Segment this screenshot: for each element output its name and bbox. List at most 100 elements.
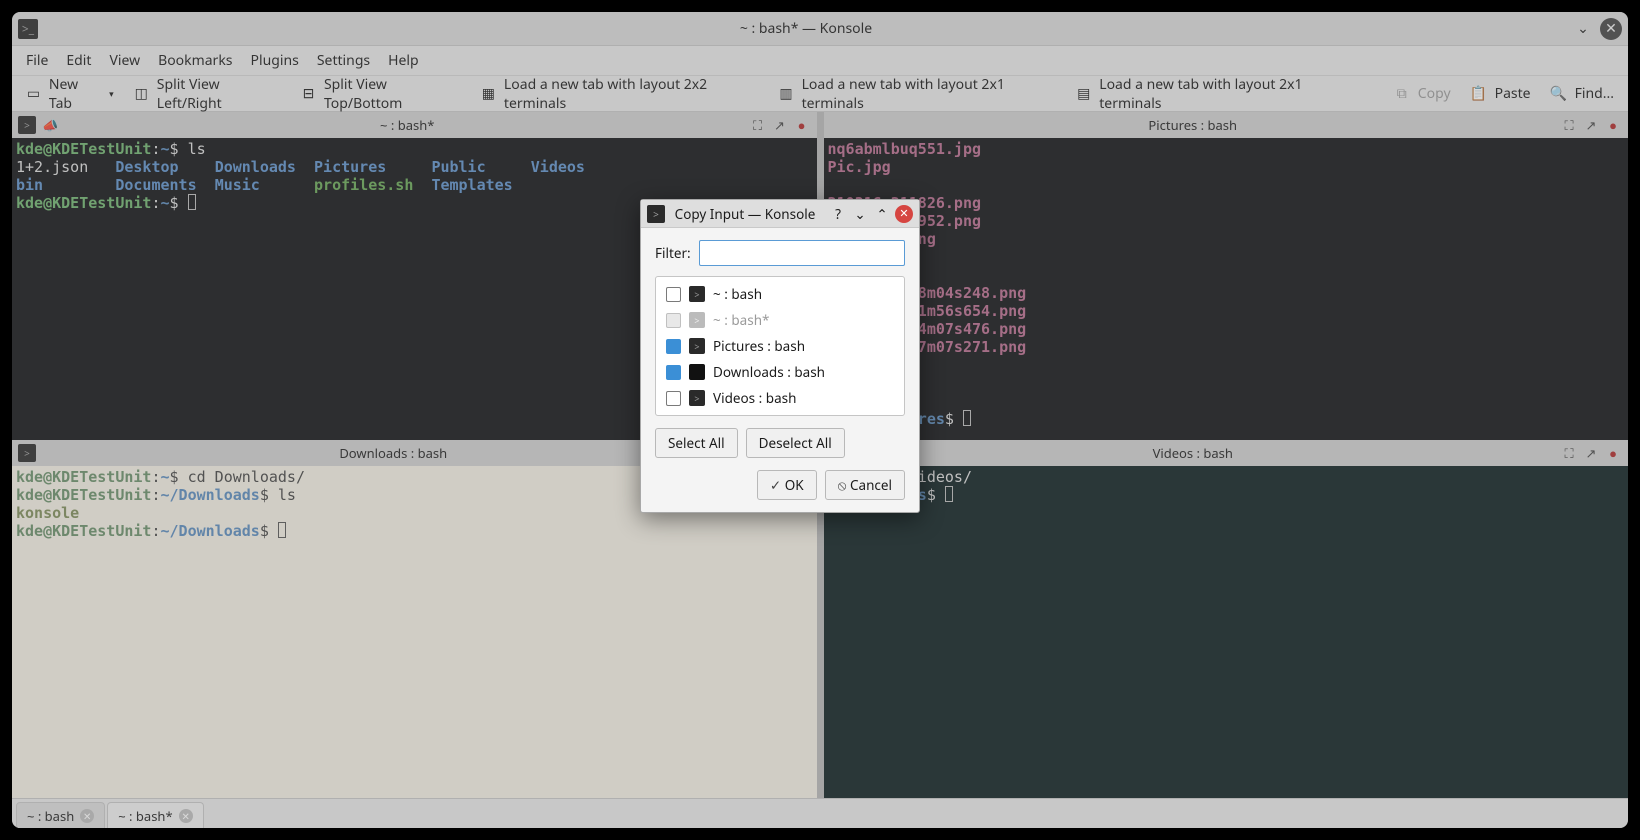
grid-2x1-icon: ▥ bbox=[778, 86, 793, 102]
tab-label: ~ : bash* bbox=[118, 807, 172, 825]
maximize-pane-icon[interactable]: ⛶ bbox=[749, 116, 767, 134]
prompt-userhost: kde@KDETestUnit bbox=[16, 522, 151, 540]
prompt-path: ~ bbox=[161, 468, 170, 486]
terminal-output[interactable]: it:~$ cd Videos/ it:~/Videos$ bbox=[824, 466, 1629, 798]
new-tab-label: New Tab bbox=[49, 75, 101, 113]
menu-help[interactable]: Help bbox=[388, 51, 419, 70]
ls-item: Templates bbox=[431, 176, 512, 194]
session-row[interactable]: > Pictures : bash bbox=[656, 333, 904, 359]
ok-button[interactable]: OK bbox=[757, 470, 817, 500]
maximize-pane-icon[interactable]: ⛶ bbox=[1560, 116, 1578, 134]
tab-close-icon[interactable]: ✕ bbox=[80, 809, 94, 823]
chevron-up-icon[interactable]: ⌃ bbox=[873, 205, 891, 223]
detach-pane-icon[interactable]: ↗ bbox=[1582, 444, 1600, 462]
ls-item: Videos bbox=[531, 158, 585, 176]
session-row[interactable]: Downloads : bash bbox=[656, 359, 904, 385]
chevron-down-icon[interactable]: ⌄ bbox=[851, 205, 869, 223]
ls-item: Desktop bbox=[115, 158, 178, 176]
filter-input[interactable] bbox=[699, 240, 905, 266]
split-lr-icon: ◫ bbox=[134, 86, 149, 102]
deselect-all-button[interactable]: Deselect All bbox=[746, 428, 845, 458]
tab[interactable]: ~ : bash ✕ bbox=[16, 802, 105, 828]
session-label: Pictures : bash bbox=[713, 337, 805, 355]
prompt-userhost: kde@KDETestUnit bbox=[16, 194, 151, 212]
prompt-userhost: kde@KDETestUnit bbox=[16, 140, 151, 158]
window-titlebar: >_ ~ : bash* — Konsole ⌄ ✕ bbox=[12, 12, 1628, 46]
chevron-down-icon: ▾ bbox=[109, 87, 114, 100]
session-label: ~ : bash bbox=[713, 285, 762, 303]
close-pane-icon[interactable]: ● bbox=[1604, 116, 1622, 134]
window-close-button[interactable]: ✕ bbox=[1600, 18, 1622, 40]
menu-plugins[interactable]: Plugins bbox=[251, 51, 299, 70]
session-label: ~ : bash* bbox=[713, 311, 769, 329]
maximize-pane-icon[interactable]: ⛶ bbox=[1560, 444, 1578, 462]
cursor bbox=[945, 486, 953, 502]
window-minimize-button[interactable]: ⌄ bbox=[1572, 18, 1594, 40]
menu-bookmarks[interactable]: Bookmarks bbox=[158, 51, 232, 70]
menu-settings[interactable]: Settings bbox=[317, 51, 370, 70]
dialog-title: Copy Input — Konsole bbox=[665, 205, 825, 223]
filter-label: Filter: bbox=[655, 244, 691, 262]
checkbox[interactable] bbox=[666, 287, 681, 302]
pane-title: Pictures : bash bbox=[830, 116, 1557, 134]
layout-2x1-a-button[interactable]: ▥ Load a new tab with layout 2x1 termina… bbox=[778, 75, 1056, 113]
ls-item: bin bbox=[16, 176, 43, 194]
session-label: Downloads : bash bbox=[713, 363, 825, 381]
terminal-output[interactable]: kde@KDETestUnit:~$ cd Downloads/ kde@KDE… bbox=[12, 466, 817, 798]
pane-title: ~ : bash* bbox=[70, 116, 745, 134]
terminal-output[interactable]: nq6abmlbuq551.jpg Pic.jpg 210316_211826.… bbox=[824, 138, 1629, 440]
cancel-label: Cancel bbox=[850, 476, 892, 494]
toolbar: ▭ New Tab ▾ ◫ Split View Left/Right ⊟ Sp… bbox=[12, 76, 1628, 112]
copy-button: ⧉ Copy bbox=[1394, 84, 1451, 103]
ls-item: profiles.sh bbox=[314, 176, 413, 194]
prompt-userhost: kde@KDETestUnit bbox=[16, 486, 151, 504]
menu-view[interactable]: View bbox=[109, 51, 140, 70]
session-label: Videos : bash bbox=[713, 389, 796, 407]
pane-bottom-right: Videos : bash ⛶ ↗ ● it:~$ cd Videos/ it:… bbox=[824, 440, 1629, 798]
close-pane-icon[interactable]: ● bbox=[1604, 444, 1622, 462]
menubar: File Edit View Bookmarks Plugins Setting… bbox=[12, 46, 1628, 76]
layout-2x2-button[interactable]: ▦ Load a new tab with layout 2x2 termina… bbox=[481, 75, 759, 113]
split-top-bottom-button[interactable]: ⊟ Split View Top/Bottom bbox=[301, 75, 461, 113]
menu-file[interactable]: File bbox=[26, 51, 48, 70]
checkbox[interactable] bbox=[666, 365, 681, 380]
broadcast-icon[interactable]: 📣 bbox=[42, 116, 70, 134]
checkbox[interactable] bbox=[666, 391, 681, 406]
ls-item: konsole bbox=[16, 504, 79, 522]
session-list: > ~ : bash > ~ : bash* > Pictures : bash… bbox=[655, 276, 905, 416]
prompt-userhost: kde@KDETestUnit bbox=[16, 468, 151, 486]
grid-2x2-icon: ▦ bbox=[481, 86, 496, 102]
split-tb-label: Split View Top/Bottom bbox=[324, 75, 461, 113]
paste-button[interactable]: 📋 Paste bbox=[1471, 84, 1531, 103]
menu-edit[interactable]: Edit bbox=[66, 51, 91, 70]
terminal-icon: > bbox=[689, 390, 705, 406]
find-button[interactable]: 🔍 Find... bbox=[1551, 84, 1614, 103]
select-all-button[interactable]: Select All bbox=[655, 428, 738, 458]
new-tab-button[interactable]: ▭ New Tab ▾ bbox=[26, 75, 114, 113]
split-tb-icon: ⊟ bbox=[301, 86, 316, 102]
prompt-path: ~ bbox=[161, 140, 170, 158]
session-row[interactable]: > ~ : bash bbox=[656, 281, 904, 307]
tab-bar: ~ : bash ✕ ~ : bash* ✕ bbox=[12, 798, 1628, 828]
split-left-right-button[interactable]: ◫ Split View Left/Right bbox=[134, 75, 281, 113]
cancel-button[interactable]: Cancel bbox=[825, 470, 905, 500]
detach-pane-icon[interactable]: ↗ bbox=[1582, 116, 1600, 134]
session-row[interactable]: > Videos : bash bbox=[656, 385, 904, 411]
checkbox[interactable] bbox=[666, 339, 681, 354]
prompt-cmd: ls bbox=[188, 140, 206, 158]
close-pane-icon[interactable]: ● bbox=[793, 116, 811, 134]
layout-2x1-a-label: Load a new tab with layout 2x1 terminals bbox=[802, 75, 1057, 113]
tab-close-icon[interactable]: ✕ bbox=[179, 809, 193, 823]
dialog-close-button[interactable]: ✕ bbox=[895, 205, 913, 223]
dialog-titlebar: > Copy Input — Konsole ? ⌄ ⌃ ✕ bbox=[641, 200, 919, 228]
ok-label: OK bbox=[785, 476, 804, 494]
tab-label: ~ : bash bbox=[27, 807, 74, 825]
cursor bbox=[188, 194, 196, 210]
help-icon[interactable]: ? bbox=[829, 205, 847, 223]
layout-2x1-b-button[interactable]: ▤ Load a new tab with layout 2x1 termina… bbox=[1076, 75, 1354, 113]
detach-pane-icon[interactable]: ↗ bbox=[771, 116, 789, 134]
prompt-path: ~/Downloads bbox=[161, 522, 260, 540]
pane-header: > 📣 ~ : bash* ⛶ ↗ ● bbox=[12, 112, 817, 138]
ls-item: Music bbox=[215, 176, 260, 194]
tab[interactable]: ~ : bash* ✕ bbox=[107, 802, 203, 828]
